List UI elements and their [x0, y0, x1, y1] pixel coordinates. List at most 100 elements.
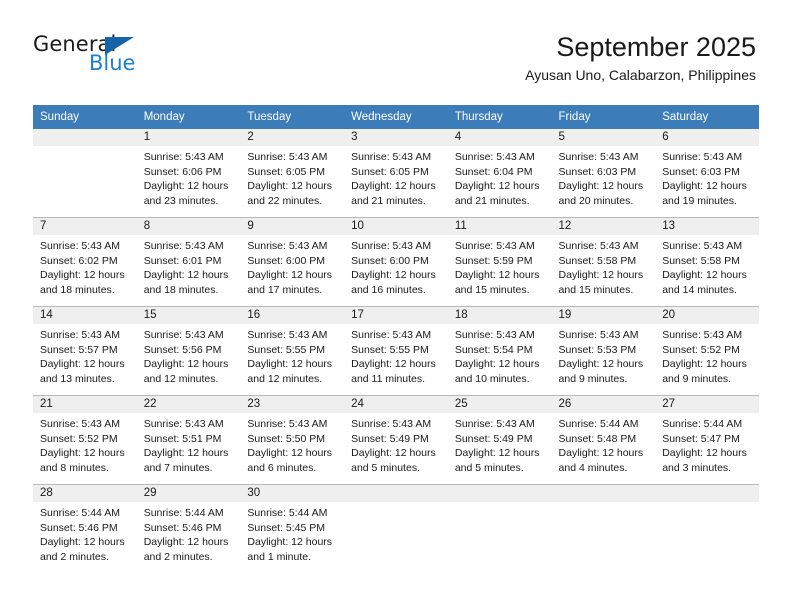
calendar-day-cell[interactable]: 6 Sunrise: 5:43 AM Sunset: 6:03 PM Daylight…: [655, 129, 759, 218]
sunrise-text: Sunrise: 5:43 AM: [247, 151, 328, 163]
calendar-day-cell[interactable]: 2 Sunrise: 5:43 AM Sunset: 6:05 PM Daylight…: [240, 129, 345, 218]
daylight-text: Daylight: 12 hours: [247, 358, 333, 371]
daylight-text: Daylight: 12 hours: [40, 536, 125, 549]
day-details: Sunrise: 5:43 AM Sunset: 6:03 PM Daylight:…: [552, 146, 656, 208]
day-number: 2: [240, 129, 345, 146]
calendar-day-cell[interactable]: 23 Sunrise: 5:43 AM Sunset: 5:50 PM Dayligh…: [240, 395, 345, 485]
sunset-text: Sunset: 6:06 PM: [143, 165, 222, 178]
calendar-day-cell[interactable]: 10 Sunrise: 5:43 AM Sunset: 6:00 PM Dayligh…: [344, 217, 448, 307]
day-details: Sunrise: 5:43 AM Sunset: 5:58 PM Daylight:…: [655, 235, 759, 297]
calendar-week-row: 14 Sunrise: 5:43 AM Sunset: 5:57 PM Dayligh…: [33, 306, 759, 396]
calendar-day-cell[interactable]: 21 Sunrise: 5:43 AM Sunset: 5:52 PM Dayligh…: [33, 395, 137, 485]
calendar-day-cell[interactable]: 1 Sunrise: 5:43 AM Sunset: 6:06 PM Daylight…: [136, 129, 241, 218]
daylight-text: Daylight: 12 hours: [143, 180, 229, 193]
sunrise-text: Sunrise: 5:43 AM: [40, 418, 120, 430]
daylight-text: Daylight: 12 hours: [351, 269, 436, 282]
calendar-day-cell[interactable]: 11 Sunrise: 5:43 AM Sunset: 5:59 PM Dayligh…: [447, 217, 552, 307]
daylight-text-cont: and 15 minutes.: [454, 283, 530, 296]
day-cell-content: 25 Sunrise: 5:43 AM Sunset: 5:49 PM Dayligh…: [447, 396, 552, 484]
day-cell-content: [551, 485, 656, 573]
day-details: Sunrise: 5:44 AM Sunset: 5:47 PM Daylight:…: [655, 413, 759, 475]
day-cell-content: 23 Sunrise: 5:43 AM Sunset: 5:50 PM Dayligh…: [240, 396, 345, 484]
sunset-text: Sunset: 5:52 PM: [40, 432, 118, 445]
day-cell-content: 10 Sunrise: 5:43 AM Sunset: 6:00 PM Dayligh…: [344, 218, 448, 306]
page-header: General Blue September 2025 Ayusan Uno, …: [0, 0, 792, 83]
day-number: 16: [240, 307, 345, 324]
daylight-text: Daylight: 12 hours: [558, 269, 644, 282]
sunset-text: Sunset: 5:49 PM: [454, 432, 533, 445]
sunset-text: Sunset: 5:52 PM: [662, 343, 740, 356]
calendar-day-cell[interactable]: 5 Sunrise: 5:43 AM Sunset: 6:03 PM Daylight…: [551, 129, 656, 218]
weekday-header-thursday: Thursday: [447, 105, 552, 129]
calendar-day-cell[interactable]: 16 Sunrise: 5:43 AM Sunset: 5:55 PM Dayligh…: [240, 306, 345, 396]
day-cell-content: 22 Sunrise: 5:43 AM Sunset: 5:51 PM Dayligh…: [136, 396, 241, 484]
calendar-day-cell[interactable]: 18 Sunrise: 5:43 AM Sunset: 5:54 PM Dayligh…: [447, 306, 552, 396]
sunrise-text: Sunrise: 5:43 AM: [351, 151, 432, 163]
sunrise-text: Sunrise: 5:43 AM: [143, 240, 224, 252]
sunset-text: Sunset: 6:02 PM: [40, 254, 118, 267]
calendar-day-cell[interactable]: 3 Sunrise: 5:43 AM Sunset: 6:05 PM Daylight…: [344, 129, 448, 218]
sunset-text: Sunset: 5:46 PM: [143, 521, 222, 534]
daylight-text-cont: and 20 minutes.: [558, 194, 634, 207]
sunset-text: Sunset: 5:55 PM: [351, 343, 429, 356]
calendar-day-cell[interactable]: 26 Sunrise: 5:44 AM Sunset: 5:48 PM Dayligh…: [551, 395, 656, 485]
calendar-week-row: 21 Sunrise: 5:43 AM Sunset: 5:52 PM Dayligh…: [33, 395, 759, 485]
day-number: 7: [33, 218, 137, 235]
day-cell-content: 27 Sunrise: 5:44 AM Sunset: 5:47 PM Dayligh…: [655, 396, 759, 484]
day-details: Sunrise: 5:43 AM Sunset: 6:05 PM Daylight:…: [240, 146, 344, 208]
day-number: 19: [551, 307, 656, 324]
daylight-text: Daylight: 12 hours: [143, 358, 229, 371]
sunset-text: Sunset: 5:56 PM: [143, 343, 222, 356]
calendar-day-cell[interactable]: 17 Sunrise: 5:43 AM Sunset: 5:55 PM Dayligh…: [344, 306, 448, 396]
sunset-text: Sunset: 6:00 PM: [351, 254, 429, 267]
daylight-text-cont: and 22 minutes.: [247, 194, 323, 207]
sunset-text: Sunset: 5:50 PM: [247, 432, 326, 445]
weekday-header-saturday: Saturday: [655, 105, 759, 129]
calendar-day-cell[interactable]: 9 Sunrise: 5:43 AM Sunset: 6:00 PM Daylight…: [240, 217, 345, 307]
day-details: Sunrise: 5:43 AM Sunset: 6:02 PM Daylight:…: [33, 235, 137, 297]
calendar-day-cell[interactable]: 27 Sunrise: 5:44 AM Sunset: 5:47 PM Dayligh…: [655, 395, 759, 485]
calendar-day-cell[interactable]: 25 Sunrise: 5:43 AM Sunset: 5:49 PM Dayligh…: [447, 395, 552, 485]
daylight-text: Daylight: 12 hours: [454, 269, 540, 282]
day-number: 3: [344, 129, 448, 146]
calendar-day-cell[interactable]: 4 Sunrise: 5:43 AM Sunset: 6:04 PM Daylight…: [447, 129, 552, 218]
calendar-day-cell[interactable]: 24 Sunrise: 5:43 AM Sunset: 5:49 PM Dayligh…: [344, 395, 448, 485]
calendar-day-cell: [447, 484, 552, 573]
day-number: 10: [344, 218, 448, 235]
day-cell-content: 16 Sunrise: 5:43 AM Sunset: 5:55 PM Dayligh…: [240, 307, 345, 395]
day-cell-content: [655, 485, 759, 573]
daylight-text-cont: and 2 minutes.: [40, 550, 109, 563]
day-details: Sunrise: 5:43 AM Sunset: 6:00 PM Daylight:…: [240, 235, 344, 297]
calendar-day-cell[interactable]: 12 Sunrise: 5:43 AM Sunset: 5:58 PM Dayligh…: [551, 217, 656, 307]
sunset-text: Sunset: 6:04 PM: [454, 165, 533, 178]
general-blue-logo[interactable]: General Blue: [33, 34, 203, 82]
calendar-day-cell[interactable]: 22 Sunrise: 5:43 AM Sunset: 5:51 PM Dayligh…: [136, 395, 241, 485]
daylight-text: Daylight: 12 hours: [143, 269, 229, 282]
sunrise-text: Sunrise: 5:44 AM: [662, 418, 743, 430]
calendar-day-cell[interactable]: 29 Sunrise: 5:44 AM Sunset: 5:46 PM Dayligh…: [136, 484, 241, 573]
calendar-day-cell[interactable]: 14 Sunrise: 5:43 AM Sunset: 5:57 PM Dayligh…: [33, 306, 137, 396]
daylight-text: Daylight: 12 hours: [558, 447, 644, 460]
sunrise-text: Sunrise: 5:43 AM: [247, 329, 328, 341]
calendar-day-cell[interactable]: 13 Sunrise: 5:43 AM Sunset: 5:58 PM Dayligh…: [655, 217, 759, 307]
day-cell-content: 19 Sunrise: 5:43 AM Sunset: 5:53 PM Dayligh…: [551, 307, 656, 395]
calendar-day-cell[interactable]: 8 Sunrise: 5:43 AM Sunset: 6:01 PM Daylight…: [136, 217, 241, 307]
daylight-text-cont: and 5 minutes.: [351, 461, 420, 474]
sunset-text: Sunset: 5:49 PM: [351, 432, 429, 445]
day-details: Sunrise: 5:43 AM Sunset: 5:56 PM Daylight:…: [137, 324, 241, 386]
calendar-day-cell[interactable]: 20 Sunrise: 5:43 AM Sunset: 5:52 PM Dayligh…: [655, 306, 759, 396]
sunset-text: Sunset: 6:01 PM: [143, 254, 222, 267]
day-cell-content: 12 Sunrise: 5:43 AM Sunset: 5:58 PM Dayligh…: [551, 218, 656, 306]
sunrise-text: Sunrise: 5:43 AM: [454, 418, 535, 430]
day-details: Sunrise: 5:43 AM Sunset: 6:00 PM Daylight:…: [344, 235, 448, 297]
calendar-day-cell[interactable]: 7 Sunrise: 5:43 AM Sunset: 6:02 PM Daylight…: [33, 217, 137, 307]
sunrise-text: Sunrise: 5:43 AM: [351, 240, 432, 252]
calendar-day-cell[interactable]: 15 Sunrise: 5:43 AM Sunset: 5:56 PM Dayligh…: [136, 306, 241, 396]
daylight-text: Daylight: 12 hours: [40, 358, 125, 371]
calendar-day-cell[interactable]: 28 Sunrise: 5:44 AM Sunset: 5:46 PM Dayligh…: [33, 484, 137, 573]
sunrise-text: Sunrise: 5:44 AM: [40, 507, 120, 519]
day-cell-content: 21 Sunrise: 5:43 AM Sunset: 5:52 PM Dayligh…: [33, 396, 137, 484]
day-number: 25: [447, 396, 552, 413]
calendar-day-cell[interactable]: 19 Sunrise: 5:43 AM Sunset: 5:53 PM Dayligh…: [551, 306, 656, 396]
calendar-day-cell[interactable]: 30 Sunrise: 5:44 AM Sunset: 5:45 PM Dayligh…: [240, 484, 345, 573]
